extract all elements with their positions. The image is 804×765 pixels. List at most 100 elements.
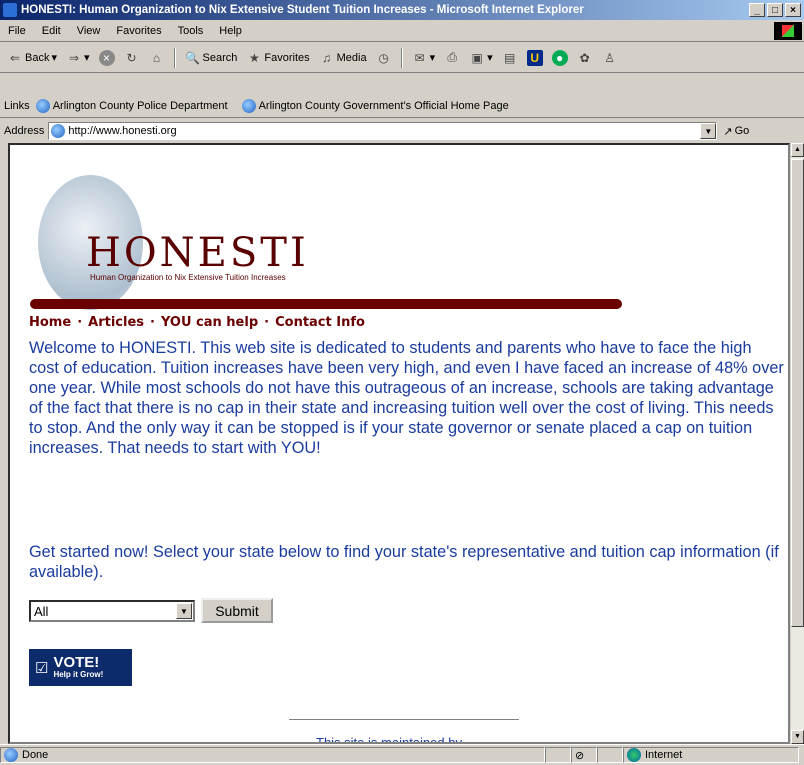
vote-badge[interactable]: ☑ VOTE! Help it Grow! [29,649,132,686]
history-button[interactable]: ◷ [373,50,395,66]
user-icon: ♙ [604,50,616,65]
back-button[interactable]: ⇐ Back ▾ [4,50,60,66]
address-dropdown-button[interactable]: ▼ [700,123,717,139]
go-arrow-icon: ↗ [723,125,733,138]
window-titlebar: HONESTI: Human Organization to Nix Exten… [0,0,804,20]
state-select[interactable]: All ▼ [29,600,195,622]
research-icon: ✿ [579,50,590,65]
site-logo-title: HONESTI [86,230,309,276]
menu-view[interactable]: View [69,25,109,37]
nav-articles[interactable]: Articles [88,315,144,330]
minimize-button[interactable]: _ [749,3,765,17]
status-blank [545,747,571,763]
nav-you-can-help[interactable]: YOU can help [161,315,258,330]
home-button[interactable]: ⌂ [146,50,168,66]
maintained-text: This site is maintained by [316,735,462,744]
research-button[interactable]: ✿ [574,50,596,66]
menu-file[interactable]: File [0,25,34,37]
menu-help[interactable]: Help [211,25,250,37]
toolbar-separator [400,47,403,68]
vote-title: VOTE! [53,654,100,671]
history-icon: ◷ [378,50,389,65]
ie-page-icon [241,98,256,113]
media-icon: ♫ [322,50,332,65]
vote-subtitle: Help it Grow! [53,670,104,679]
menu-tools[interactable]: Tools [170,25,212,37]
nav-separator: · [264,315,270,330]
nav-contact-info[interactable]: Contact Info [275,315,365,330]
status-main: Done [0,747,545,763]
home-icon: ⌂ [152,50,161,65]
close-button[interactable]: × [785,3,801,17]
u-button[interactable]: U [524,49,546,66]
windows-logo-icon [774,21,802,40]
page-viewport: HONESTI Human Organization to Nix Extens… [8,143,790,744]
scroll-up-arrow-icon[interactable]: ▲ [791,143,804,157]
messenger-icon: ● [551,49,568,66]
standard-toolbar: ⇐ Back ▾ ⇒ ▾ × ↻ ⌂ 🔍 Search ★ Favorites ♫ Me… [0,43,804,73]
chevron-down-icon[interactable]: ▼ [176,603,192,619]
go-button[interactable]: ↗ Go [723,125,749,138]
vertical-scrollbar[interactable]: ▲ ▼ [790,143,804,744]
submit-button[interactable]: Submit [201,598,273,623]
address-url: http://www.honesti.org [68,125,177,137]
status-blank [597,747,623,763]
stop-button[interactable]: × [96,49,118,66]
popup-blocked-icon: ⊘ [571,747,597,763]
status-bar: Done ⊘ Internet [0,744,804,765]
internet-zone-icon [627,748,641,762]
nav-separator: · [77,315,83,330]
checkbox-icon: ☑ [35,659,49,677]
media-button[interactable]: ♫ Media [316,50,370,66]
links-label: Links [4,99,30,112]
site-logo-subtitle: Human Organization to Nix Extensive Tuit… [90,273,286,282]
forward-button[interactable]: ⇒ ▾ [63,50,93,66]
print-icon: ⎙ [447,50,457,64]
header-divider-bar [30,299,622,309]
menu-edit[interactable]: Edit [34,25,69,37]
link-arlington-police[interactable]: Arlington County Police Department [35,98,228,113]
toolbar-separator [173,47,176,68]
mail-icon: ✉ [414,50,425,65]
link-arlington-government[interactable]: Arlington County Government's Official H… [241,98,509,113]
discuss-button[interactable]: ▤ [499,50,521,66]
nav-home[interactable]: Home [29,315,71,330]
favorites-icon: ★ [249,50,260,65]
messenger-button[interactable]: ● [549,49,571,66]
scroll-thumb[interactable] [791,159,804,627]
ie-page-icon [51,124,66,138]
address-label: Address [4,125,45,137]
links-bar: Links Arlington County Police Department… [0,94,804,118]
edit-button[interactable]: ▣ ▾ [466,50,496,66]
menu-bar: File Edit View Favorites Tools Help [0,20,804,42]
search-button[interactable]: 🔍 Search [182,50,241,66]
mail-button[interactable]: ✉ ▾ [409,50,439,66]
edit-icon: ▣ [471,50,483,65]
nav-separator: · [150,315,155,330]
print-button[interactable]: ⎙ [441,50,463,66]
refresh-button[interactable]: ↻ [121,50,143,66]
maximize-button[interactable]: □ [767,3,783,17]
get-started-paragraph: Get started now! Select your state below… [29,543,779,581]
window-title: HONESTI: Human Organization to Nix Exten… [21,4,584,16]
user-button[interactable]: ♙ [599,50,621,66]
search-icon: 🔍 [185,50,200,65]
site-nav: Home · Articles · YOU can help · Contact… [29,315,365,330]
ie-page-icon [4,748,18,762]
status-zone: Internet [623,747,799,763]
menu-favorites[interactable]: Favorites [108,25,169,37]
address-bar: Address http://www.honesti.org ▼ ↗ Go [0,119,804,143]
welcome-paragraph: Welcome to HONESTI. This web site is ded… [29,339,784,457]
scroll-down-arrow-icon[interactable]: ▼ [791,730,804,744]
u-icon: U [526,49,543,66]
status-text: Done [22,749,49,761]
state-select-value: All [34,603,49,619]
forward-arrow-icon: ⇒ [68,50,80,65]
discuss-icon: ▤ [504,50,516,65]
favorites-button[interactable]: ★ Favorites [243,50,312,66]
footer-divider [289,719,519,720]
zone-text: Internet [645,749,683,761]
ie-page-icon [35,98,50,113]
address-input[interactable]: http://www.honesti.org ▼ [48,122,718,140]
ie-window-icon [3,3,17,17]
